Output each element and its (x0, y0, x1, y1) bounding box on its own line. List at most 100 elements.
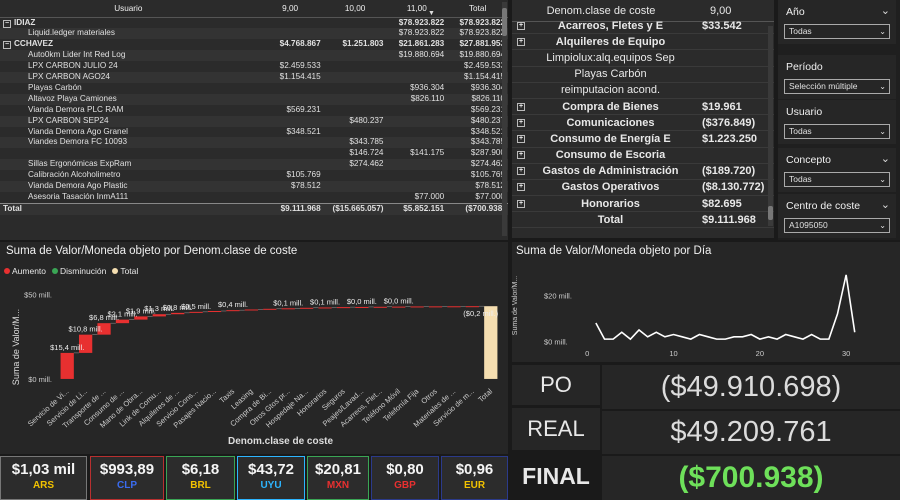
waterfall-bar[interactable] (465, 306, 480, 308)
pivot2-header-value[interactable]: 9,00 (690, 5, 766, 17)
pivot-group-row[interactable]: − CCHAVEZ $4.768.867 $1.251.803 $21.861.283 $… (0, 39, 508, 50)
table-row[interactable]: LPX CARBON SEP24 $480.237 $480.237 (0, 115, 508, 127)
cell-value (256, 115, 324, 127)
currency-rate: $43,72 (248, 461, 294, 478)
expand-icon[interactable]: + (517, 151, 525, 160)
expand-icon[interactable]: + (517, 118, 525, 127)
expand-icon[interactable]: + (517, 37, 525, 46)
slicer-dropdown[interactable]: A1095050 ⌄ (784, 218, 890, 233)
pivot2-row[interactable]: + Acarreos, Fletes y E $33.542 (512, 18, 774, 35)
pivot2-row[interactable]: Limpiolux:alq.equipos Sep (512, 50, 774, 67)
waterfall-bar[interactable] (373, 306, 387, 308)
scrollbar-thumb[interactable] (768, 206, 773, 220)
pivot2-row[interactable]: + Gastos de Administración ($189.720) (512, 164, 774, 180)
pivot2-row[interactable]: + Comunicaciones ($376.849) (512, 115, 774, 132)
currency-card-mxn[interactable]: $20,81 MXN (307, 456, 369, 500)
slicer-dropdown[interactable]: Selección múltiple ⌄ (784, 79, 890, 94)
waterfall-bar[interactable] (189, 311, 203, 313)
currency-card-gbp[interactable]: $0,80 GBP (371, 456, 439, 500)
table-row[interactable]: Calibración Alcoholimetro $105.769 $105.76… (0, 170, 508, 181)
waterfall-bar[interactable] (207, 311, 222, 313)
col-header-9[interactable]: 9,00 (256, 0, 324, 18)
expand-icon[interactable]: + (517, 21, 525, 30)
col-header-10[interactable]: 10,00 (323, 0, 387, 18)
pivot2-row[interactable]: + Compra de Bienes $19.961 (512, 99, 774, 116)
expand-icon[interactable]: + (517, 199, 525, 208)
collapse-icon[interactable]: − (3, 19, 11, 28)
pivot2-row[interactable]: + Gastos Operativos ($8.130.772) (512, 180, 774, 197)
table-row[interactable]: Altavoz Playa Camiones $826.110 $826.110 (0, 93, 508, 105)
table-row[interactable]: LPX CARBON AGO24 $1.154.415 $1.154.415 (0, 72, 508, 83)
table-row[interactable]: Vianda Demora PLC RAM $569.231 $569.231 (0, 105, 508, 116)
pivot2-row[interactable]: + Alquileres de Equipo (512, 34, 774, 51)
waterfall-bar[interactable] (336, 307, 351, 309)
slicer-ano[interactable]: Año ⌄ Todas ⌄ (778, 0, 896, 44)
waterfall-bar[interactable] (318, 307, 332, 309)
waterfall-bar[interactable] (60, 352, 74, 379)
pivot2-total-row[interactable]: Total $9.111.968 (512, 212, 774, 229)
slicer-dropdown[interactable]: Todas ⌄ (784, 172, 890, 187)
col-header-11[interactable]: 11,00 (386, 0, 448, 18)
chevron-down-icon[interactable]: ⌄ (881, 198, 890, 211)
waterfall-bar[interactable] (410, 306, 424, 308)
table-row[interactable]: $146.724 $141.175 $287.900 (0, 148, 508, 159)
pivot2-header-label[interactable]: Denom.clase de coste (512, 5, 690, 17)
table-row[interactable]: Vianda Demora Ago Plastic $78.512 $78.512 (0, 181, 508, 192)
table-row[interactable]: Vianda Demora Ago Granel $348.521 $348.521 (0, 127, 508, 138)
currency-card-clp[interactable]: $993,89 CLP (90, 456, 164, 500)
pivot2-row[interactable]: + Honorarios $82.695 (512, 196, 774, 213)
table-row[interactable]: Liquid.ledger materiales $78.923.822 $78.9… (0, 28, 508, 40)
pivot2-row[interactable]: reimputacion acond. (512, 83, 774, 99)
collapse-icon[interactable]: − (3, 41, 11, 50)
waterfall-bar[interactable] (244, 309, 259, 311)
currency-card-brl[interactable]: $6,18 BRL (166, 456, 235, 500)
pivot-group-row[interactable]: − IDIAZ $78.923.822 $78.923.822 (0, 17, 508, 28)
chevron-down-icon[interactable]: ⌄ (881, 152, 890, 165)
expand-icon[interactable]: + (517, 167, 525, 176)
slicer-dropdown[interactable]: Todas ⌄ (784, 24, 890, 39)
line-series[interactable] (595, 274, 856, 341)
pivot-table-clase-coste[interactable]: Denom.clase de coste 9,00 + Acarreos, Fle… (512, 0, 774, 238)
pivot-total-row[interactable]: Total $9.111.968 ($15.665.057) $5.852.151 ($… (0, 202, 508, 215)
slicer-usuario[interactable]: Usuario Todas ⌄ (778, 100, 896, 144)
pivot-table-usuario[interactable]: Usuario 9,00 10,00 11,00 Total − IDIAZ $78… (0, 0, 508, 240)
col-header-total[interactable]: Total (447, 0, 508, 18)
waterfall-chart[interactable]: $0 mill.$50 mill.Servicio de Vi...Servic… (0, 242, 508, 454)
waterfall-chart-panel[interactable]: Suma de Valor/Moneda objeto por Denom.cl… (0, 242, 508, 454)
waterfall-bar[interactable] (263, 308, 277, 310)
waterfall-bar[interactable] (299, 307, 314, 309)
currency-card-ars[interactable]: $1,03 mil ARS (0, 456, 87, 500)
line-chart-panel[interactable]: Suma de Valor/Moneda objeto por Día Suma… (512, 242, 900, 362)
col-header-usuario[interactable]: Usuario (0, 0, 257, 18)
waterfall-bar[interactable] (428, 306, 443, 308)
table-row[interactable]: Auto0km Lider Int Red Log $19.880.694 $19.… (0, 50, 508, 62)
expand-icon[interactable]: + (517, 134, 525, 143)
pivot-scrollbar[interactable] (502, 2, 507, 236)
scrollbar-thumb[interactable] (502, 8, 507, 36)
table-row[interactable]: Asesoria Tasación InmA111 $77.000 $77.000 (0, 192, 508, 203)
pivot2-row[interactable]: Playas Carbón (512, 67, 774, 83)
waterfall-bar[interactable] (355, 306, 369, 308)
slicer-dropdown[interactable]: Todas ⌄ (784, 124, 890, 139)
table-row[interactable]: Playas Carbón $936.304 $936.304 (0, 83, 508, 94)
expand-icon[interactable]: + (517, 183, 525, 192)
pivot2-scrollbar[interactable] (768, 26, 773, 226)
line-chart[interactable]: $0 mill. $20 mill. 0 10 20 30 (512, 242, 900, 362)
waterfall-bar[interactable] (392, 306, 406, 308)
pivot2-row[interactable]: + Consumo de Energía E $1.223.250 (512, 131, 774, 148)
table-row[interactable]: LPX CARBON JULIO 24 $2.459.533 $2.459.533 (0, 61, 508, 72)
waterfall-bar[interactable] (447, 306, 461, 308)
slicer-periodo[interactable]: Período Selección múltiple ⌄ (778, 55, 896, 99)
currency-card-eur[interactable]: $0,96 EUR (441, 456, 508, 500)
currency-card-uyu[interactable]: $43,72 UYU (237, 456, 305, 500)
pivot2-row[interactable]: + Consumo de Escoria (512, 148, 774, 164)
table-row[interactable]: Sillas Ergonómicas ExpRam $274.462 $274.46… (0, 159, 508, 171)
chevron-down-icon[interactable]: ⌄ (881, 4, 890, 17)
slicer-centro-coste[interactable]: Centro de coste ⌄ A1095050 ⌄ (778, 194, 896, 238)
waterfall-bar[interactable] (281, 308, 295, 310)
expand-icon[interactable]: + (517, 102, 525, 111)
table-row[interactable]: Viandes Demora FC 10093 $343.785 $343.785 (0, 137, 508, 149)
waterfall-bar[interactable] (226, 310, 240, 312)
slicer-concepto[interactable]: Concepto ⌄ Todas ⌄ (778, 148, 896, 192)
sort-descending-icon[interactable]: ▼ (428, 10, 435, 17)
